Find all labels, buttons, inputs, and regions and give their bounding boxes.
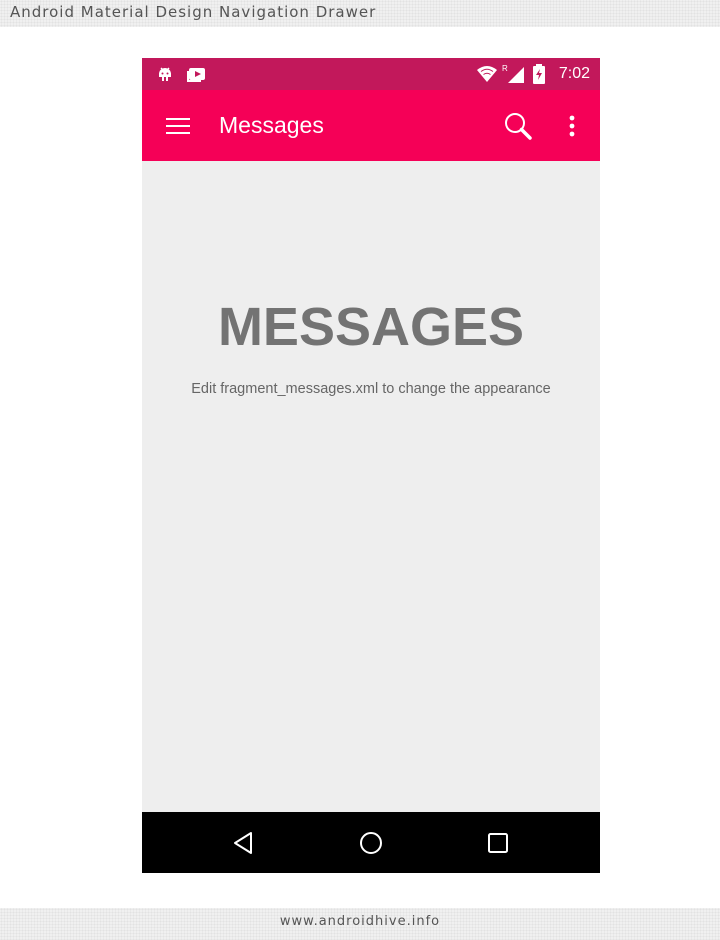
status-bar: R 7:02 xyxy=(142,58,600,90)
recents-icon[interactable] xyxy=(468,812,528,873)
back-icon[interactable] xyxy=(213,812,273,873)
toolbar: Messages xyxy=(142,90,600,161)
system-navigation-bar xyxy=(142,812,600,873)
cellular-roaming-icon: R xyxy=(502,58,526,90)
footer-site-link[interactable]: www.androidhive.info xyxy=(0,914,720,929)
android-debug-icon xyxy=(156,58,174,90)
page-header-bar: Android Material Design Navigation Drawe… xyxy=(0,0,720,27)
home-icon[interactable] xyxy=(341,812,401,873)
media-notification-icon xyxy=(186,58,206,90)
page-header-title: Android Material Design Navigation Drawe… xyxy=(10,3,377,21)
hamburger-menu-icon[interactable] xyxy=(156,90,200,161)
overflow-menu-icon[interactable] xyxy=(552,90,592,161)
battery-charging-icon xyxy=(532,58,546,90)
fragment-heading: MESSAGES xyxy=(217,297,525,357)
phone-screen: R 7:02 Messages MESSAGES Edit fragment_m… xyxy=(142,58,600,873)
status-clock: 7:02 xyxy=(558,65,590,82)
page-footer-bar: www.androidhive.info xyxy=(0,908,720,940)
svg-text:R: R xyxy=(502,64,508,73)
wifi-icon xyxy=(476,58,498,90)
toolbar-title: Messages xyxy=(219,112,324,138)
fragment-hint-text: Edit fragment_messages.xml to change the… xyxy=(191,381,551,397)
search-icon[interactable] xyxy=(496,90,540,161)
fragment-content: MESSAGES Edit fragment_messages.xml to c… xyxy=(142,161,600,812)
